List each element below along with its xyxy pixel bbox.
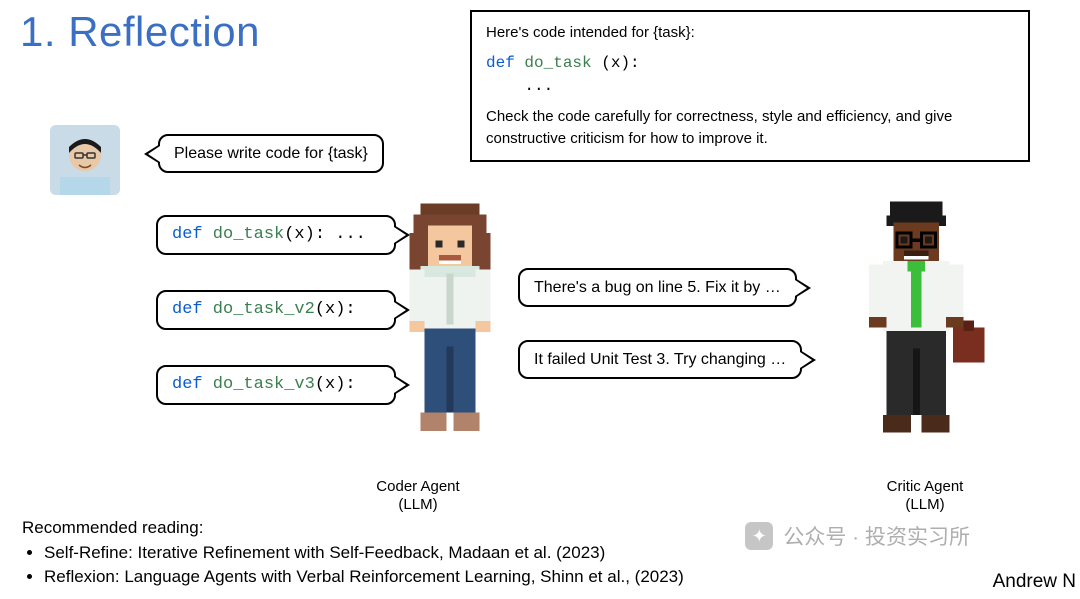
critic-agent-label: Critic Agent (LLM) [865, 478, 985, 514]
reading-item-2: Reflexion: Language Agents with Verbal R… [44, 565, 684, 589]
func-name: do_task [203, 225, 285, 244]
coder-bubble-1: def do_task(x): ... [156, 215, 396, 255]
presenter-photo [50, 125, 120, 195]
critic-text-1: There's a bug on line 5. Fix it by … [534, 279, 781, 296]
code-rest: (x): [601, 54, 639, 72]
pixel-person-icon [395, 200, 505, 457]
person-photo-icon [50, 125, 120, 195]
wechat-icon: ✦ [745, 522, 773, 550]
reading-heading: Recommended reading: [22, 516, 684, 540]
code-rest: (x): ... [284, 225, 366, 244]
func-name: do_task_v3 [203, 375, 315, 394]
instruction-intro: Here's code intended for {task}: [486, 22, 1014, 44]
keyword: def [172, 300, 203, 319]
critic-label-text: Critic Agent [865, 478, 985, 496]
user-prompt-text: Please write code for {task} [174, 145, 368, 162]
coder-bubble-2: def do_task_v2(x): [156, 290, 396, 330]
slide-title: 1. Reflection [20, 8, 260, 56]
coder-agent-character [395, 200, 505, 462]
critic-bubble-1: There's a bug on line 5. Fix it by … [518, 268, 797, 307]
code-rest: (x): [315, 300, 356, 319]
keyword: def [486, 54, 515, 72]
author-credit: Andrew N [993, 571, 1076, 593]
keyword: def [172, 225, 203, 244]
slide: 1. Reflection Here's code intended for {… [0, 0, 1080, 599]
coder-label-text: Coder Agent [358, 478, 478, 496]
critic-bubble-2: It failed Unit Test 3. Try changing … [518, 340, 802, 379]
instruction-box: Here's code intended for {task}: def do_… [470, 10, 1030, 162]
user-speech-bubble: Please write code for {task} [158, 134, 384, 173]
instruction-code: def do_task (x): ... [486, 52, 1014, 98]
watermark: ✦ 公众号 · 投资实习所 [745, 521, 970, 551]
critic-label-sub: (LLM) [865, 496, 985, 514]
critic-text-2: It failed Unit Test 3. Try changing … [534, 351, 786, 368]
code-rest: (x): [315, 375, 356, 394]
keyword: def [172, 375, 203, 394]
coder-label-sub: (LLM) [358, 496, 478, 514]
coder-bubble-3: def do_task_v3(x): [156, 365, 396, 405]
pixel-person-icon [855, 198, 995, 461]
instruction-check: Check the code carefully for correctness… [486, 106, 1014, 150]
coder-agent-label: Coder Agent (LLM) [358, 478, 478, 514]
recommended-reading: Recommended reading: Self-Refine: Iterat… [22, 516, 684, 589]
watermark-text: 公众号 · 投资实习所 [783, 521, 970, 551]
func-name: do_task_v2 [203, 300, 315, 319]
critic-agent-character [855, 198, 995, 466]
func-name: do_task [515, 54, 601, 72]
code-indent: ... [486, 77, 553, 95]
reading-item-1: Self-Refine: Iterative Refinement with S… [44, 541, 684, 565]
